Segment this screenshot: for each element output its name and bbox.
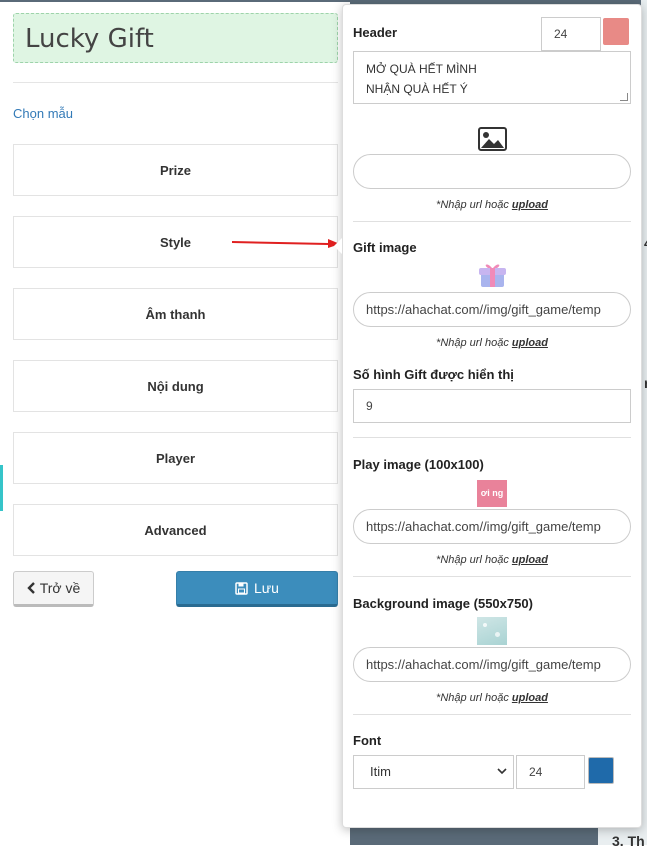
gift-count-label: Số hình Gift được hiển thị xyxy=(353,367,514,382)
font-size-input[interactable]: 24 xyxy=(516,755,585,789)
font-label: Font xyxy=(353,733,382,748)
play-image-thumbnail: ơi ng xyxy=(477,480,507,507)
header-color-picker[interactable] xyxy=(603,18,629,45)
menu-prize-button[interactable]: Prize xyxy=(13,144,338,196)
resize-handle[interactable] xyxy=(620,93,628,101)
upload-link[interactable]: upload xyxy=(512,199,548,211)
menu-advanced-button[interactable]: Advanced xyxy=(13,504,338,556)
menu-content-button[interactable]: Nội dung xyxy=(13,360,338,412)
hint-text: *Nhập url hoặc xyxy=(436,199,512,211)
background-image-thumbnail xyxy=(477,617,507,645)
upload-link[interactable]: upload xyxy=(512,337,548,349)
upload-hint: *Nhập url hoặc upload xyxy=(353,554,631,566)
pointer-arrow-icon xyxy=(232,239,340,248)
hint-text: *Nhập url hoặc xyxy=(436,337,512,349)
divider xyxy=(353,437,631,438)
hint-text: *Nhập url hoặc xyxy=(436,554,512,566)
header-image-url-input[interactable] xyxy=(353,154,631,189)
top-border xyxy=(0,0,350,2)
floppy-disk-icon xyxy=(235,581,248,595)
divider xyxy=(353,714,631,715)
play-image-url-input[interactable]: https://ahachat.com//img/gift_game/temp xyxy=(353,509,631,544)
popover-arrow xyxy=(334,238,342,254)
menu-sound-button[interactable]: Âm thanh xyxy=(13,288,338,340)
gift-image-label: Gift image xyxy=(353,240,417,255)
divider xyxy=(353,221,631,222)
header-text-line: MỞ QUÀ HẾT MÌNH xyxy=(366,62,477,76)
save-button[interactable]: Lưu xyxy=(176,571,338,607)
chevron-down-icon xyxy=(497,768,507,775)
back-button[interactable]: Trở về xyxy=(13,571,94,607)
header-text-line: NHẬN QUÀ HẾT Ý xyxy=(366,82,468,96)
background-image-url-input[interactable]: https://ahachat.com//img/gift_game/temp xyxy=(353,647,631,682)
upload-hint: *Nhập url hoặc upload xyxy=(353,199,631,211)
upload-hint: *Nhập url hoặc upload xyxy=(353,692,631,704)
chevron-left-icon xyxy=(27,582,35,594)
font-family-value: Itim xyxy=(370,764,391,779)
gift-box-icon xyxy=(479,264,506,287)
menu-player-button[interactable]: Player xyxy=(13,432,338,484)
font-color-picker[interactable] xyxy=(588,757,614,784)
header-font-size-input[interactable]: 24 xyxy=(541,17,601,51)
save-button-label: Lưu xyxy=(254,580,279,596)
header-label: Header xyxy=(353,25,398,40)
divider xyxy=(13,82,338,83)
gift-image-url-input[interactable]: https://ahachat.com//img/gift_game/temp xyxy=(353,292,631,327)
background-glyph: 3. Th xyxy=(612,833,645,849)
hint-text: *Nhập url hoặc xyxy=(436,692,512,704)
header-text-area[interactable]: MỞ QUÀ HẾT MÌNH NHẬN QUÀ HẾT Ý xyxy=(353,51,631,104)
gift-count-input[interactable]: 9 xyxy=(353,389,631,423)
back-button-label: Trở về xyxy=(39,580,81,596)
play-image-label: Play image (100x100) xyxy=(353,457,484,472)
left-accent xyxy=(0,465,3,511)
background-image-label: Background image (550x750) xyxy=(353,596,533,611)
divider xyxy=(353,576,631,577)
choose-template-link[interactable]: Chọn mẫu xyxy=(13,106,73,121)
image-icon xyxy=(478,127,507,151)
upload-hint: *Nhập url hoặc upload xyxy=(353,337,631,349)
upload-link[interactable]: upload xyxy=(512,692,548,704)
upload-link[interactable]: upload xyxy=(512,554,548,566)
font-family-select[interactable]: Itim xyxy=(353,755,514,789)
game-title[interactable]: Lucky Gift xyxy=(13,13,338,63)
